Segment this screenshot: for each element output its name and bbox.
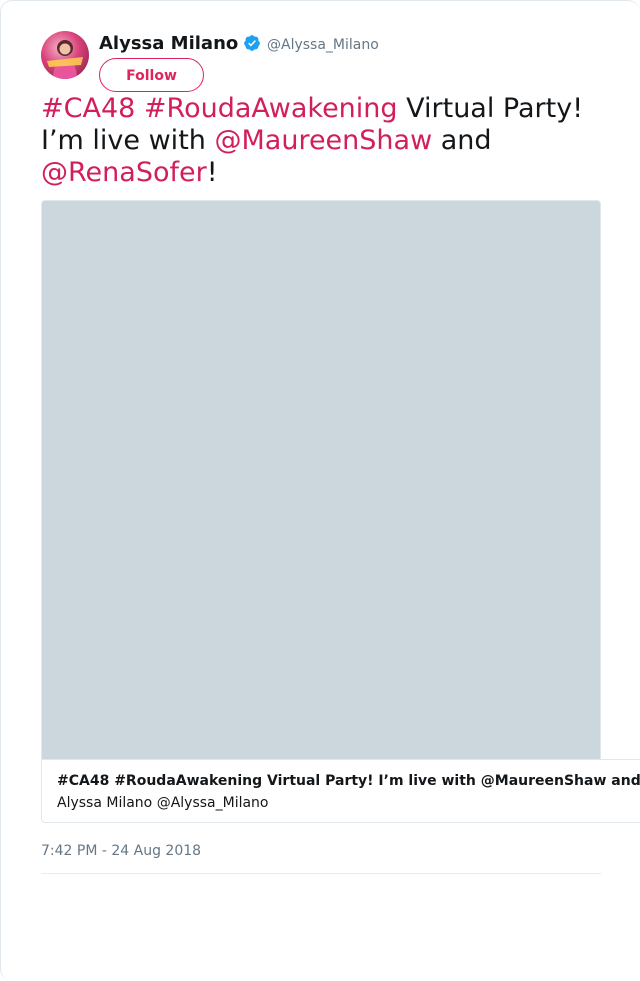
author-name[interactable]: Alyssa Milano <box>99 32 238 56</box>
hashtag-link[interactable]: #CA48 <box>41 93 135 124</box>
tweet-timestamp[interactable]: 7:42 PM - 24 Aug 2018 <box>41 842 201 860</box>
divider <box>41 873 601 874</box>
media-placeholder[interactable] <box>41 200 601 760</box>
quote-card-title: #CA48 #RoudaAwakening Virtual Party! I’m… <box>57 773 640 789</box>
follow-button[interactable]: Follow <box>99 58 204 92</box>
tweet-text: #CA48 #RoudaAwakening Virtual Party! I’m… <box>41 93 621 189</box>
quote-card[interactable]: #CA48 #RoudaAwakening Virtual Party! I’m… <box>41 759 640 823</box>
tweet-card: Alyssa Milano @Alyssa_Milano Follow #CA4… <box>0 0 640 981</box>
tweet-text-segment: ! <box>206 157 218 188</box>
author-avatar[interactable] <box>41 31 89 79</box>
quote-card-author: Alyssa Milano @Alyssa_Milano <box>57 795 269 811</box>
tweet-text-segment: and <box>432 125 492 156</box>
mention-link[interactable]: @RenaSofer <box>41 157 207 188</box>
hashtag-link[interactable]: #RoudaAwakening <box>144 93 398 124</box>
mention-link[interactable]: @MaureenShaw <box>214 125 432 156</box>
verified-badge-icon <box>244 35 260 51</box>
author-handle[interactable]: @Alyssa_Milano <box>267 36 379 54</box>
avatar-image <box>47 40 83 79</box>
